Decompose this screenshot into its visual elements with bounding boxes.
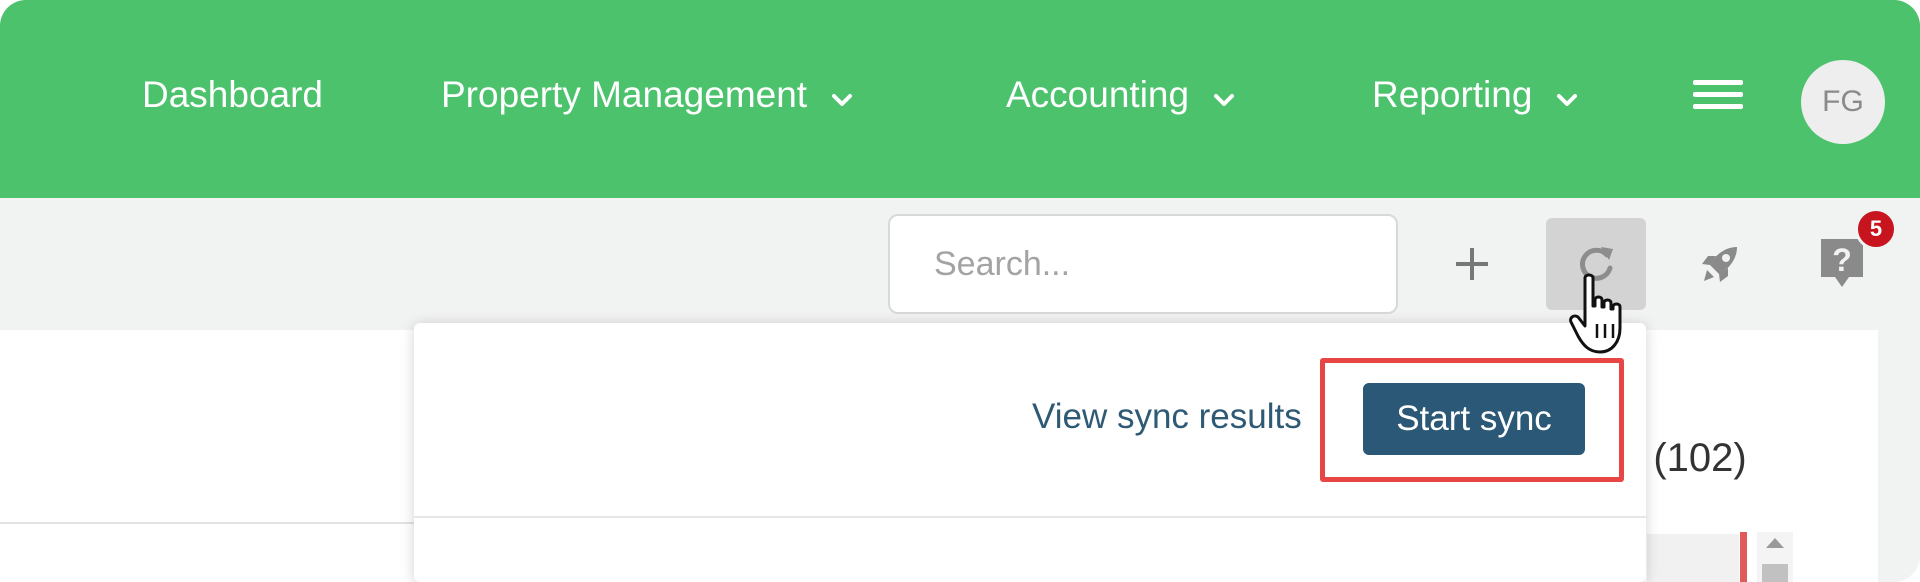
app-window: Dashboard Property Management Accounting… bbox=[0, 0, 1920, 582]
nav-property-management-label: Property Management bbox=[441, 74, 808, 115]
scrollbar-thumb[interactable] bbox=[1762, 564, 1788, 582]
top-nav-bar: Dashboard Property Management Accounting… bbox=[0, 0, 1920, 198]
svg-text:?: ? bbox=[1832, 242, 1852, 278]
avatar[interactable]: FG bbox=[1801, 60, 1885, 144]
nav-reporting-label: Reporting bbox=[1372, 74, 1533, 115]
nav-accounting-label: Accounting bbox=[1006, 74, 1190, 115]
highlight-box bbox=[1320, 358, 1624, 482]
hamburger-icon[interactable] bbox=[1693, 80, 1743, 110]
nav-property-management[interactable]: Property Management bbox=[441, 70, 853, 120]
nav-dashboard[interactable]: Dashboard bbox=[142, 70, 323, 120]
table-header-cell bbox=[1647, 534, 1739, 582]
rocket-icon bbox=[1702, 247, 1737, 282]
chevron-down-icon bbox=[1213, 74, 1235, 116]
chevron-down-icon bbox=[831, 74, 853, 116]
plus-icon bbox=[1456, 248, 1488, 280]
hand-cursor-icon bbox=[1569, 273, 1622, 354]
notification-badge: 5 bbox=[1855, 208, 1897, 250]
dropdown-divider bbox=[414, 516, 1646, 518]
scroll-up-arrow-icon[interactable] bbox=[1766, 538, 1784, 548]
search-input[interactable] bbox=[888, 214, 1398, 314]
nav-dashboard-label: Dashboard bbox=[142, 74, 324, 115]
content-divider bbox=[0, 522, 440, 524]
nav-accounting[interactable]: Accounting bbox=[1006, 70, 1235, 120]
rocket-button[interactable] bbox=[1670, 218, 1770, 310]
nav-reporting[interactable]: Reporting bbox=[1372, 70, 1578, 120]
view-sync-results-link[interactable]: View sync results bbox=[1032, 397, 1302, 437]
chevron-down-icon bbox=[1556, 74, 1578, 116]
status-stripe bbox=[1740, 532, 1747, 582]
add-button[interactable] bbox=[1422, 218, 1522, 310]
